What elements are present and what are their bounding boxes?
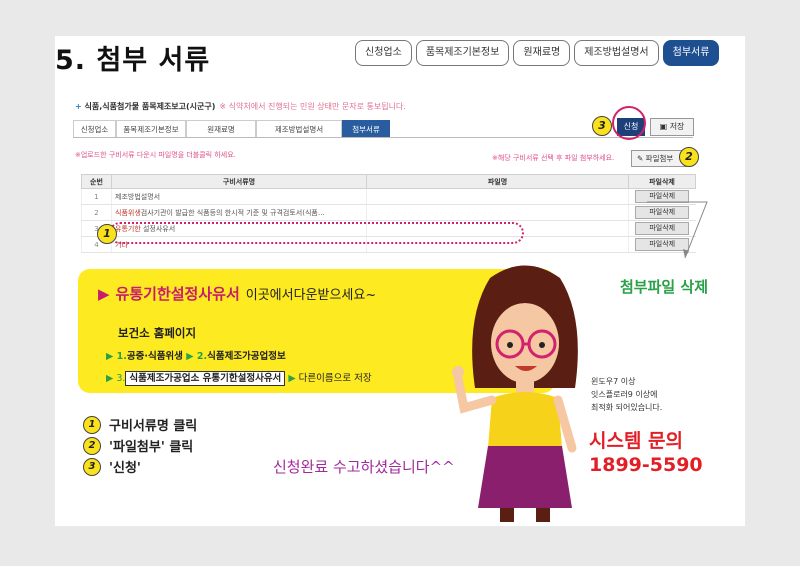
- top-tab-attachments[interactable]: 첨부서류: [662, 40, 720, 66]
- system-requirements: 윈도우7 이상 잇스플로러9 이상에 최적화 되어있습니다.: [591, 377, 663, 412]
- guide-card: 5. 첨부 서류 신청업소 품목제조기본정보 원재료명 제조방법설명서 첨부서류…: [55, 36, 745, 526]
- steps-list: 1 구비서류명 클릭 2 '파일첨부' 클릭 3 '신청': [83, 414, 197, 477]
- apply-highlight-circle: [612, 106, 646, 140]
- step-number-badge: 3: [83, 457, 101, 476]
- step-marker-1: 1: [97, 224, 117, 244]
- col-header-file-delete: 파일삭제: [628, 174, 696, 189]
- delete-arrow-icon: [647, 201, 708, 259]
- callout-heading: ▶ 유통기한설정사유서 이곳에서다운받으세요~: [98, 285, 377, 303]
- form-tab-bar: 신청업소 품목제조기본정보 원재료명 제조방법설명서 첨부서류: [73, 120, 390, 138]
- table-row[interactable]: 2 식품위생검사기관이 발급한 식품등의 한시적 기준 및 규격검토서(식품… …: [81, 204, 696, 221]
- download-doc-link[interactable]: 식품제조가공업소 유통기한설정사유서: [125, 371, 286, 386]
- table-header-row: 순번 구비서류명 파일명 파일삭제: [81, 174, 696, 189]
- callout-subtitle: 보건소 홈페이지: [118, 326, 197, 340]
- triangle-right-icon: ▶: [106, 373, 117, 384]
- step-number-badge: 2: [83, 436, 101, 455]
- floppy-icon: ▣: [659, 122, 670, 131]
- nav-path-2: ▶ 3. 식품제조가공업소 유통기한설정사유서 ▶ 다른이름으로 저장: [106, 371, 372, 386]
- top-tab-ingredients[interactable]: 원재료명: [513, 40, 571, 66]
- list-item: 2 '파일첨부' 클릭: [83, 435, 197, 456]
- triangle-right-icon: ▶: [98, 285, 110, 303]
- form-subtitle: + 식품,식품첨가물 품목제조보고(시군구) ※ 식약처에서 진행되는 민원 상태…: [75, 102, 406, 111]
- form-tab-applicant[interactable]: 신청업소: [73, 120, 116, 138]
- col-header-doc-name: 구비서류명: [111, 174, 367, 189]
- form-tab-attachments[interactable]: 첨부서류: [342, 120, 390, 138]
- list-item: 1 구비서류명 클릭: [83, 414, 197, 435]
- system-phone: 1899-5590: [589, 454, 703, 476]
- guide-woman-illustration: [452, 265, 578, 522]
- form-tab-ingredients[interactable]: 원재료명: [186, 120, 256, 138]
- save-button[interactable]: ▣ 저장: [650, 118, 694, 136]
- form-tab-method[interactable]: 제조방법설명서: [256, 120, 342, 138]
- top-tab-bar: 신청업소 품목제조기본정보 원재료명 제조방법설명서 첨부서류: [355, 40, 720, 66]
- row-highlight-dotted: [109, 222, 524, 244]
- step-marker-3: 3: [592, 116, 612, 136]
- upload-note: ※업로드한 구비서류 다운시 파일명을 더블클릭 하세요.: [75, 151, 236, 159]
- triangle-right-icon: ▶: [106, 351, 117, 362]
- step-number-badge: 1: [83, 415, 101, 434]
- col-header-file-name: 파일명: [366, 174, 629, 189]
- completion-message: 신청완료 수고하셨습니다^^: [273, 458, 455, 476]
- top-tab-method[interactable]: 제조방법설명서: [574, 40, 659, 66]
- top-tab-basic-info[interactable]: 품목제조기본정보: [415, 40, 510, 66]
- delete-attachment-label: 첨부파일 삭제: [620, 278, 709, 296]
- page-title: 5. 첨부 서류: [55, 45, 211, 76]
- tab-divider: [73, 137, 693, 138]
- step-marker-2: 2: [679, 147, 699, 167]
- triangle-right-icon: ▶: [288, 373, 299, 384]
- nav-path-1: ▶ 1.공중·식품위생 ▶ 2.식품제조가공업정보: [106, 351, 286, 362]
- form-tab-basic-info[interactable]: 품목제조기본정보: [116, 120, 186, 138]
- top-tab-applicant[interactable]: 신청업소: [355, 40, 412, 66]
- plus-icon: +: [75, 102, 85, 111]
- system-inquiry-label: 시스템 문의: [589, 430, 684, 452]
- subtitle-note: ※ 식약처에서 진행되는 민원 상태만 문자로 통보됩니다.: [219, 102, 406, 111]
- list-item: 3 '신청': [83, 456, 197, 477]
- table-row[interactable]: 1 제조방법설명서 파일삭제: [81, 188, 696, 205]
- triangle-right-icon: ▶: [186, 351, 197, 362]
- col-header-no: 순번: [81, 174, 112, 189]
- attach-note: ※해당 구비서류 선택 후 파일 첨부하세요.: [492, 154, 615, 162]
- paperclip-icon: ✎: [637, 154, 646, 163]
